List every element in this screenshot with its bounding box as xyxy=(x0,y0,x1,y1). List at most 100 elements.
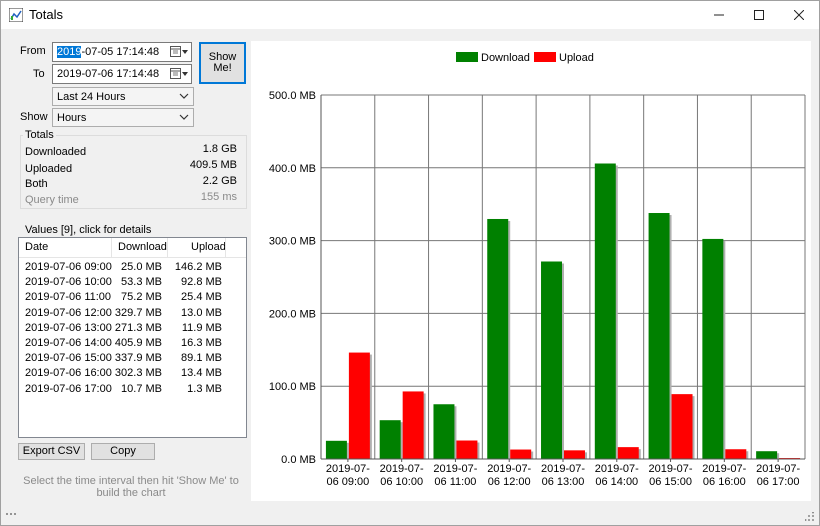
column-header-download[interactable]: Download xyxy=(118,241,167,253)
cell-date: 2019-07-06 13:00 xyxy=(25,321,112,334)
to-date-value: 2019-07-06 17:14:48 xyxy=(57,68,160,80)
chevron-down-icon xyxy=(179,114,189,120)
export-csv-button[interactable]: Export CSV xyxy=(18,443,85,460)
copy-button[interactable]: Copy xyxy=(91,443,155,460)
uploaded-value: 409.5 MB xyxy=(189,159,237,171)
bar-download xyxy=(541,261,562,459)
cell-upload: 16.3 MB xyxy=(181,337,222,349)
cell-upload: 1.3 MB xyxy=(187,382,222,395)
values-list-header: Date Download Upload xyxy=(19,238,246,258)
app-window: Totals From 2019-07-05 17:14:48 To 2019-… xyxy=(0,0,820,526)
cell-date: 2019-07-06 16:00 xyxy=(25,367,112,380)
table-row[interactable]: 2019-07-06 13:00 271.3 MB 11.9 MB xyxy=(19,321,246,336)
bar-chart: 500.0 MB 400.0 MB 300.0 MB 200.0 MB 100.0 MB… xyxy=(269,90,806,488)
column-divider[interactable] xyxy=(225,238,226,258)
cell-date: 2019-07-06 10:00 xyxy=(25,276,112,289)
cell-date: 2019-07-06 09:00 xyxy=(25,261,112,273)
close-button[interactable] xyxy=(779,1,819,29)
bar-upload xyxy=(564,450,585,459)
cell-download: 25.0 MB xyxy=(121,261,162,273)
chart-area: Download Upload 500.0 MB 400.0 MB 300.0 MB… xyxy=(251,41,811,501)
x-tick-label: 2019-07- xyxy=(702,463,746,475)
export-csv-label: Export CSV xyxy=(22,445,81,457)
chart-app-icon xyxy=(9,8,23,22)
table-row[interactable]: 2019-07-06 11:00 75.2 MB 25.4 MB xyxy=(19,290,246,305)
values-caption: Values [9], click for details xyxy=(25,224,152,236)
totals-group-title: Totals xyxy=(23,129,56,141)
title-bar[interactable]: Totals xyxy=(1,1,819,29)
granularity-select[interactable]: Hours xyxy=(52,108,194,127)
cell-date: 2019-07-06 12:00 xyxy=(25,306,112,319)
maximize-button[interactable] xyxy=(739,1,779,29)
bar-download xyxy=(487,218,509,459)
downloaded-label: Downloaded xyxy=(25,146,87,158)
calendar-dropdown-icon[interactable] xyxy=(169,67,189,81)
x-tick-label: 2019-07- xyxy=(433,463,477,475)
bar-download xyxy=(594,163,616,459)
table-row[interactable]: 2019-07-06 15:00 337.9 MB 89.1 MB xyxy=(19,351,246,366)
x-tick-label: 2019-07- xyxy=(649,463,693,475)
cell-download: 302.3 MB xyxy=(114,367,162,380)
y-tick-label: 300.0 MB xyxy=(269,236,316,248)
x-tick-label: 06 11:00 xyxy=(434,476,476,488)
x-tick-label: 06 17:00 xyxy=(757,476,800,488)
from-date-selected-part: 2019 xyxy=(57,46,82,58)
y-tick-label: 100.0 MB xyxy=(269,381,316,393)
table-row[interactable]: 2019-07-06 09:00 25.0 MB 146.2 MB xyxy=(19,260,246,275)
x-tick-label: 2019-07- xyxy=(541,463,585,475)
table-row[interactable]: 2019-07-06 10:00 53.3 MB 92.8 MB xyxy=(19,275,246,290)
range-select[interactable]: Last 24 Hours xyxy=(52,87,194,106)
cell-upload: 146.2 MB xyxy=(174,261,222,273)
table-row[interactable]: 2019-07-06 16:00 302.3 MB 13.4 MB xyxy=(19,366,246,381)
to-label: To xyxy=(33,68,45,80)
downloaded-value: 1.8 GB xyxy=(202,143,237,155)
x-tick-label: 06 16:00 xyxy=(703,476,746,488)
from-date-picker[interactable]: 2019-07-05 17:14:48 xyxy=(52,42,192,62)
cell-upload: 89.1 MB xyxy=(181,352,222,365)
both-label: Both xyxy=(25,178,48,190)
y-tick-label: 500.0 MB xyxy=(269,90,316,102)
bar-download xyxy=(756,451,778,459)
y-tick-label: 400.0 MB xyxy=(269,163,316,175)
copy-label: Copy xyxy=(110,445,136,457)
show-me-button[interactable]: Show Me! xyxy=(199,42,246,84)
calendar-dropdown-icon[interactable] xyxy=(169,45,189,59)
cell-download: 337.9 MB xyxy=(114,352,162,365)
x-tick-label: 06 09:00 xyxy=(326,476,369,488)
cell-download: 405.9 MB xyxy=(114,337,162,349)
table-row[interactable]: 2019-07-06 12:00 329.7 MB 13.0 MB xyxy=(19,306,246,321)
cell-date: 2019-07-06 15:00 xyxy=(25,352,112,365)
range-select-value: Last 24 Hours xyxy=(57,91,126,103)
instruction-hint: Select the time interval then hit 'Show … xyxy=(23,475,239,499)
cell-download: 75.2 MB xyxy=(121,291,162,304)
table-row[interactable]: 2019-07-06 17:00 10.7 MB 1.3 MB xyxy=(19,382,246,397)
minimize-button[interactable] xyxy=(699,1,739,29)
cell-date: 2019-07-06 11:00 xyxy=(25,291,112,304)
values-list[interactable]: Date Download Upload 2019-07-06 09:00 25.… xyxy=(18,237,247,438)
column-header-date[interactable]: Date xyxy=(25,241,48,253)
uploaded-label: Uploaded xyxy=(25,163,73,175)
bar-upload xyxy=(348,352,370,459)
cell-download: 10.7 MB xyxy=(121,382,162,395)
table-row[interactable]: 2019-07-06 14:00 405.9 MB 16.3 MB xyxy=(19,336,246,351)
resize-grip-icon[interactable] xyxy=(805,512,815,522)
y-tick-label: 200.0 MB xyxy=(269,308,316,320)
window-title: Totals xyxy=(29,7,63,22)
to-date-picker[interactable]: 2019-07-06 17:14:48 xyxy=(52,64,192,84)
column-header-upload[interactable]: Upload xyxy=(191,241,226,253)
bar-upload xyxy=(402,391,424,459)
both-value: 2.2 GB xyxy=(202,175,237,187)
y-tick-label: 0.0 MB xyxy=(281,454,316,466)
column-divider[interactable] xyxy=(111,238,112,258)
query-time-value: 155 ms xyxy=(200,191,237,203)
granularity-select-value: Hours xyxy=(57,112,87,124)
x-tick-label: 06 13:00 xyxy=(542,476,585,488)
bar-upload xyxy=(617,447,639,459)
x-tick-label: 2019-07- xyxy=(487,463,531,475)
x-tick-label: 2019-07- xyxy=(380,463,424,475)
close-icon xyxy=(794,10,804,20)
column-divider[interactable] xyxy=(167,238,168,258)
cell-date: 2019-07-06 17:00 xyxy=(25,382,112,395)
cell-upload: 25.4 MB xyxy=(181,291,222,304)
bar-upload xyxy=(725,449,747,459)
